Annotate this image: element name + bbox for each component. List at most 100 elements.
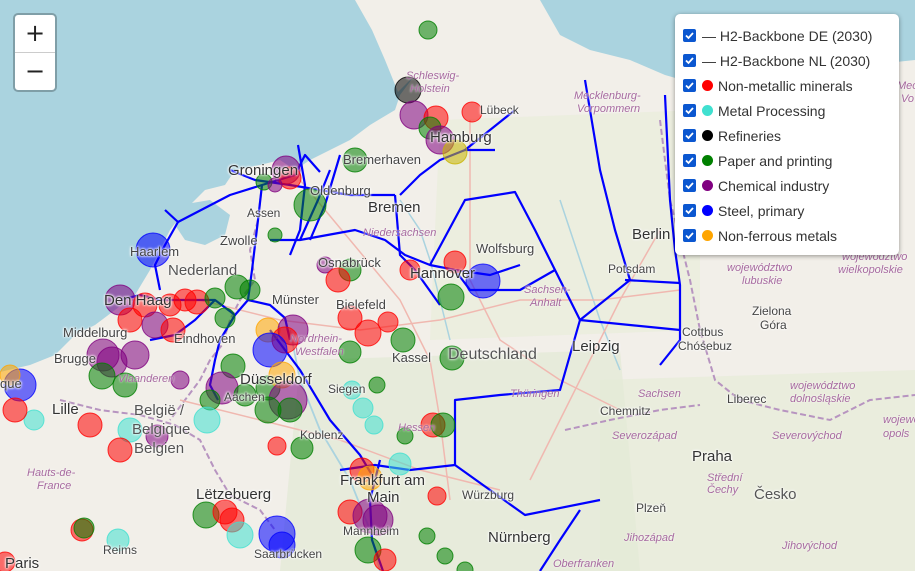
legend-item-h2-backbone-de[interactable]: — H2-Backbone DE (2030)	[683, 23, 891, 48]
city-label-mannheim: Mannheim	[343, 524, 400, 538]
region-label-stredni-2: Čechy	[707, 484, 739, 496]
city-label-osnabruck: Osnabrück	[318, 255, 381, 270]
city-label-den-haag: Den Haag	[104, 292, 172, 309]
legend-label: — H2-Backbone DE (2030)	[702, 27, 873, 44]
region-label-sachsen-anhalt-1: Sachsen-	[524, 284, 571, 296]
city-label-aachen: Aachen	[224, 390, 265, 404]
non-metallic-minerals-marker[interactable]	[107, 437, 133, 463]
legend-item-chemical-industry[interactable]: Chemical industry	[683, 173, 891, 198]
legend-item-paper-and-printing[interactable]: Paper and printing	[683, 148, 891, 173]
city-label-koblenz: Koblenz	[300, 428, 344, 442]
paper-printing-marker[interactable]	[267, 227, 283, 243]
paper-printing-marker[interactable]	[277, 397, 303, 423]
region-label-hauts-2: France	[37, 480, 72, 492]
paper-printing-marker[interactable]	[204, 287, 226, 309]
non-metallic-minerals-marker[interactable]	[2, 397, 28, 423]
paper-printing-marker[interactable]	[456, 561, 474, 571]
region-label-schleswig-2: Holstein	[410, 83, 450, 95]
non-metallic-minerals-marker[interactable]	[461, 101, 483, 123]
paper-printing-marker[interactable]	[88, 362, 116, 390]
legend-label: Metal Processing	[718, 102, 826, 119]
city-label-groningen: Groningen	[228, 162, 299, 179]
paper-printing-marker[interactable]	[418, 20, 438, 40]
country-label-deutschland: Deutschland	[448, 346, 537, 363]
checkbox-icon[interactable]	[683, 204, 696, 217]
city-label-haarlem: Haarlem	[130, 244, 180, 259]
legend-item-steel-primary[interactable]: Steel, primary	[683, 198, 891, 223]
region-label-mecklenburg-right-1: Mec	[897, 80, 915, 92]
checkbox-icon[interactable]	[683, 179, 696, 192]
city-label-chosebuz: Chóśebuz	[678, 339, 733, 353]
legend-label: Refineries	[718, 127, 782, 144]
non-metallic-minerals-marker[interactable]	[354, 319, 382, 347]
paper-printing-marker[interactable]	[437, 283, 465, 311]
city-label-plzen: Plzeň	[636, 501, 667, 515]
checkbox-icon[interactable]	[683, 79, 696, 92]
city-label-dusseldorf: Düsseldorf	[240, 371, 312, 388]
checkbox-icon[interactable]	[683, 229, 696, 242]
city-label-berlin: Berlin	[632, 226, 671, 243]
region-label-jihozapad: Jihozápad	[624, 532, 675, 544]
legend-item-non-ferrous-metals[interactable]: Non-ferrous metals	[683, 223, 891, 248]
region-label-mecklenburg-2: Vorpommern	[577, 103, 641, 115]
legend-label: Non-metallic minerals	[718, 77, 853, 94]
country-label-belgie: België /	[134, 402, 185, 419]
metal-processing-marker[interactable]	[226, 521, 254, 549]
checkbox-icon[interactable]	[683, 29, 696, 42]
zoom-out-button[interactable]: −	[15, 52, 55, 90]
country-label-belgique: Belgique	[132, 421, 191, 438]
chemical-industry-marker[interactable]	[120, 340, 150, 370]
paper-printing-marker[interactable]	[436, 547, 454, 565]
paper-printing-marker[interactable]	[239, 279, 261, 301]
non-metallic-minerals-marker[interactable]	[373, 548, 397, 571]
chemical-industry-marker[interactable]	[267, 177, 283, 193]
checkbox-icon[interactable]	[683, 54, 696, 67]
region-label-schleswig-1: Schleswig-	[406, 70, 460, 82]
legend-label: — H2-Backbone NL (2030)	[702, 52, 871, 69]
zoom-in-button[interactable]: +	[15, 15, 55, 52]
city-label-letzebuerg: Lëtzebuerg	[196, 486, 272, 503]
metal-processing-marker[interactable]	[364, 415, 384, 435]
paper-printing-marker[interactable]	[214, 307, 236, 329]
legend-item-h2-backbone-nl[interactable]: — H2-Backbone NL (2030)	[683, 48, 891, 73]
checkbox-icon[interactable]	[683, 154, 696, 167]
non-metallic-minerals-marker[interactable]	[267, 436, 287, 456]
city-label-potsdam: Potsdam	[608, 262, 656, 276]
region-label-thuringen: Thüringen	[510, 388, 560, 400]
region-label-opols-2: opols	[883, 428, 910, 440]
metal-processing-marker[interactable]	[352, 397, 374, 419]
metal-processing-marker[interactable]	[193, 406, 221, 434]
paper-printing-marker[interactable]	[418, 527, 436, 545]
region-label-mecklenburg-right-2: Vo	[901, 93, 915, 105]
legend-item-refineries[interactable]: Refineries	[683, 123, 891, 148]
non-metallic-minerals-marker[interactable]	[325, 267, 351, 293]
city-label-wurzburg: Würzburg	[462, 488, 515, 502]
checkbox-icon[interactable]	[683, 129, 696, 142]
checkbox-icon[interactable]	[683, 104, 696, 117]
legend-item-metal-processing[interactable]: Metal Processing	[683, 98, 891, 123]
paper-printing-marker[interactable]	[73, 517, 95, 539]
country-label-belgien: Belgien	[134, 440, 185, 457]
country-label-cesko: Česko	[754, 486, 797, 503]
legend-item-non-metallic-minerals[interactable]: Non-metallic minerals	[683, 73, 891, 98]
zoom-control: + −	[13, 13, 57, 92]
city-label-zwolle: Zwolle	[220, 233, 258, 248]
city-label-middelburg: Middelburg	[63, 325, 128, 340]
non-metallic-minerals-marker[interactable]	[427, 486, 447, 506]
non-metallic-minerals-marker[interactable]	[377, 311, 399, 333]
paper-printing-marker[interactable]	[368, 376, 386, 394]
city-label-assen: Assen	[247, 206, 281, 220]
paper-printing-marker[interactable]	[390, 327, 416, 353]
turquoise-dot-icon	[702, 105, 713, 116]
region-label-lubuskie-1: województwo	[727, 262, 793, 274]
legend-label: Non-ferrous metals	[718, 227, 838, 244]
city-label-siegen: Siegen	[328, 382, 366, 396]
country-label-nederland: Nederland	[168, 262, 238, 279]
region-label-opols-1: wojewó	[883, 414, 915, 426]
red-dot-icon	[702, 80, 713, 91]
region-label-sachsen: Sachsen	[638, 388, 681, 400]
region-label-dolnoslaskie-1: województwo	[790, 380, 856, 392]
non-metallic-minerals-marker[interactable]	[77, 412, 103, 438]
city-label-eindhoven: Eindhoven	[174, 331, 236, 346]
region-label-dolnoslaskie-2: dolnośląskie	[790, 393, 851, 405]
